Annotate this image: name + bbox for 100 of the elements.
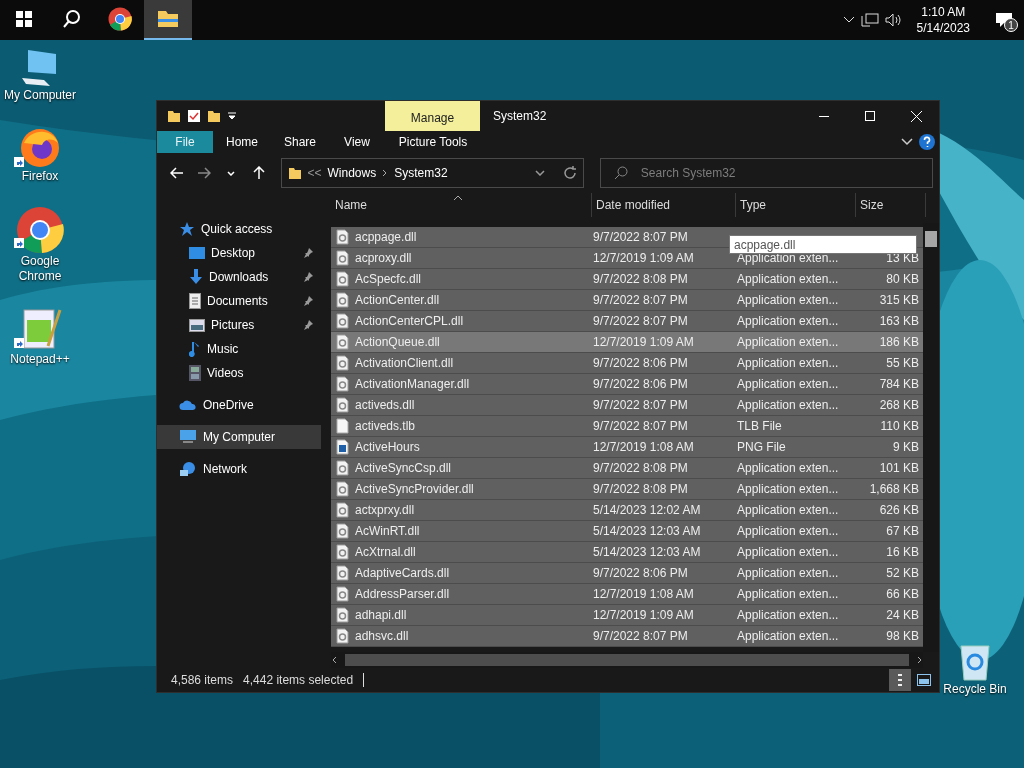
type-cell-text: Application exten... xyxy=(736,335,840,349)
file-name: AddressParser.dll xyxy=(355,587,450,601)
item-count: 4,586 items xyxy=(171,673,234,687)
ribbon-tab[interactable]: Share xyxy=(271,131,329,153)
pin-icon[interactable] xyxy=(303,248,313,258)
file-name: acproxy.dll xyxy=(355,251,412,265)
file-name: adhapi.dll xyxy=(355,608,407,622)
type-cell-text: Application exten... xyxy=(736,524,840,538)
file-name: adhsvc.dll xyxy=(355,629,409,643)
pin-icon[interactable] xyxy=(303,272,313,282)
nav-item[interactable]: Documents xyxy=(157,289,321,313)
file-row[interactable]: AcSpecfc.dll 9/7/2022 8:08 PM Application exten... 80 KB xyxy=(331,269,923,290)
file-row[interactable]: ActionCenterCPL.dll 9/7/2022 8:07 PM Application exten... 163 KB xyxy=(331,311,923,332)
properties-icon[interactable] xyxy=(187,109,201,123)
file-row[interactable]: activeds.tlb 9/7/2022 8:07 PM TLB File 110 KB xyxy=(331,416,923,437)
breadcrumb[interactable]: Windows xyxy=(327,166,377,180)
file-name: AcSpecfc.dll xyxy=(355,272,422,286)
ribbon-tab[interactable]: View xyxy=(329,131,385,153)
address-bar[interactable]: << Windows System32 xyxy=(280,158,584,188)
date-cell-text: 5/14/2023 12:02 AM xyxy=(592,503,702,517)
gear-file-icon xyxy=(336,397,349,413)
maximize-icon xyxy=(865,111,875,121)
scroll-thumb[interactable] xyxy=(345,654,909,666)
breadcrumb[interactable]: System32 xyxy=(394,166,448,180)
desktop-icon-label[interactable]: Google Chrome xyxy=(10,254,70,284)
cloud-icon xyxy=(179,399,197,411)
overflow-chevron[interactable]: << xyxy=(307,166,322,180)
file-row[interactable]: ActionCenter.dll 9/7/2022 8:07 PM Application exten... 315 KB xyxy=(331,290,923,311)
scroll-left-icon[interactable] xyxy=(331,656,337,664)
pin-icon[interactable] xyxy=(303,296,313,306)
size-cell-text: 55 KB xyxy=(885,356,920,370)
column-header[interactable]: Type xyxy=(736,193,856,217)
folder-icon xyxy=(157,10,179,28)
arrow-left-icon xyxy=(169,167,184,179)
file-row[interactable]: activeds.dll 9/7/2022 8:07 PM Application exten... 268 KB xyxy=(331,395,923,416)
ribbon-tab[interactable]: File xyxy=(157,131,213,153)
file-row[interactable]: ActiveSyncCsp.dll 9/7/2022 8:08 PM Application exten... 101 KB xyxy=(331,458,923,479)
nav-item[interactable]: My Computer xyxy=(157,425,321,449)
chevron-down-icon[interactable] xyxy=(901,138,913,146)
desktop-icon-label[interactable]: Firefox xyxy=(21,169,59,184)
file-name: ActiveSyncProvider.dll xyxy=(355,482,474,496)
file-row[interactable]: ActivationManager.dll 9/7/2022 8:06 PM Application exten... 784 KB xyxy=(331,374,923,395)
speaker-icon[interactable] xyxy=(884,13,903,27)
search-field[interactable]: Search System32 xyxy=(599,158,933,188)
nav-item[interactable]: Quick access xyxy=(157,217,321,241)
pin-icon[interactable] xyxy=(303,320,313,330)
pictures-icon xyxy=(189,318,205,332)
download-icon xyxy=(189,269,203,285)
scroll-right-icon[interactable] xyxy=(917,656,923,664)
arrow-right-icon xyxy=(197,167,212,179)
manage-context-tab[interactable]: Manage xyxy=(385,101,480,131)
size-cell-text: 101 KB xyxy=(878,461,920,475)
file-row[interactable]: adhsvc.dll 9/7/2022 8:07 PM Application exten... 98 KB xyxy=(331,626,923,647)
ribbon-tab[interactable]: Picture Tools xyxy=(385,131,481,153)
file-row[interactable]: AddressParser.dll 12/7/2019 1:08 AM Application exten... 66 KB xyxy=(331,584,923,605)
size-cell-text: 1,668 KB xyxy=(868,482,920,496)
file-row[interactable]: adhapi.dll 12/7/2019 1:09 AM Application exten... 24 KB xyxy=(331,605,923,626)
file-row[interactable]: actxprxy.dll 5/14/2023 12:02 AM Application exten... 626 KB xyxy=(331,500,923,521)
size-cell-text: 784 KB xyxy=(878,377,920,391)
size-cell-text: 9 KB xyxy=(892,440,920,454)
type-cell-text: PNG File xyxy=(736,440,787,454)
gear-file-icon xyxy=(336,565,349,581)
file-name: ActiveSyncCsp.dll xyxy=(355,461,452,475)
nav-item[interactable]: Music xyxy=(157,337,321,361)
desktop-icon-label[interactable]: Recycle Bin xyxy=(943,682,1007,697)
file-row[interactable]: ActiveSyncProvider.dll 9/7/2022 8:08 PM Application exten... 1,668 KB xyxy=(331,479,923,500)
file-row[interactable]: AcWinRT.dll 5/14/2023 12:03 AM Application exten... 67 KB xyxy=(331,521,923,542)
dropdown-icon[interactable] xyxy=(227,111,237,121)
nav-item[interactable]: Pictures xyxy=(157,313,321,337)
ribbon-tab[interactable]: Home xyxy=(213,131,271,153)
desktop-icon-label[interactable]: My Computer xyxy=(4,88,76,103)
details-view-button[interactable] xyxy=(889,669,911,691)
scroll-thumb[interactable] xyxy=(925,231,937,247)
file-row[interactable]: ActiveHours 12/7/2019 1:08 AM PNG File 9 KB xyxy=(331,437,923,458)
taskbar-app[interactable] xyxy=(144,0,192,40)
nav-item[interactable]: Downloads xyxy=(157,265,321,289)
type-cell-text: Application exten... xyxy=(736,608,840,622)
date-cell-text: 12/7/2019 1:09 AM xyxy=(592,251,695,265)
desktop-icon-label[interactable]: Notepad++ xyxy=(10,352,70,367)
nav-item[interactable]: Desktop xyxy=(157,241,321,265)
date-cell-text: 9/7/2022 8:06 PM xyxy=(592,566,689,580)
search-icon xyxy=(62,9,82,29)
gear-file-icon xyxy=(336,313,349,329)
chevron-up-icon[interactable] xyxy=(842,16,855,24)
file-row[interactable]: ActivationClient.dll 9/7/2022 8:06 PM Application exten... 55 KB xyxy=(331,353,923,374)
nav-item[interactable]: OneDrive xyxy=(157,393,321,417)
column-header[interactable]: Size xyxy=(856,193,926,217)
chevron-down-icon[interactable] xyxy=(534,170,545,176)
file-row[interactable]: AdaptiveCards.dll 9/7/2022 8:06 PM Application exten... 52 KB xyxy=(331,563,923,584)
column-header[interactable]: Name xyxy=(331,193,592,217)
file-row[interactable]: ActionQueue.dll 12/7/2019 1:09 AM Application exten... 186 KB xyxy=(331,332,923,353)
nav-item[interactable]: Videos xyxy=(157,361,321,385)
clock[interactable]: 1:10 AM 5/14/2023 xyxy=(908,4,978,36)
type-cell-text: Application exten... xyxy=(736,293,840,307)
nav-item[interactable]: Network xyxy=(157,457,321,481)
file-row[interactable]: AcXtrnal.dll 5/14/2023 12:03 AM Application exten... 16 KB xyxy=(331,542,923,563)
help-icon[interactable] xyxy=(919,134,935,150)
refresh-icon[interactable] xyxy=(562,166,577,180)
column-header[interactable]: Date modified xyxy=(592,193,736,217)
network-icon[interactable] xyxy=(860,13,879,27)
